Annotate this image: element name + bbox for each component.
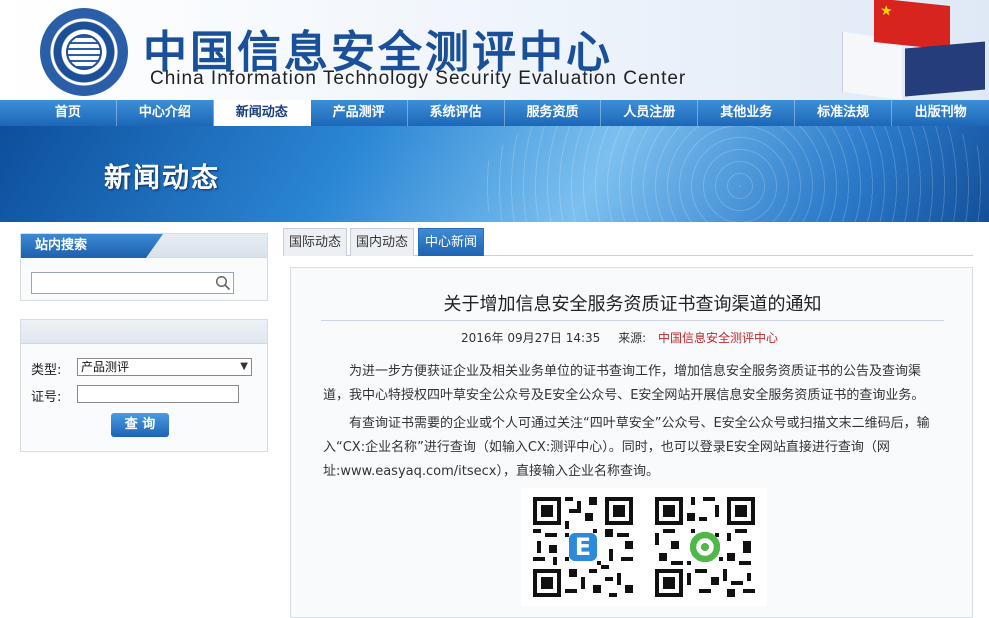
paragraph-1-line-2: 道，我中心特授权四叶草安全公众号及E安全公众号、E安全网站开展信息安全服务资质证…: [323, 388, 925, 403]
article-meta: 2016年 09月27日 14:35 来源: 中国信息安全测评中心: [461, 329, 778, 346]
article-date: 2016年 09月27日 14:35: [461, 331, 601, 345]
search-panel-header: 站内搜索: [21, 234, 267, 258]
query-button[interactable]: 查 询: [111, 413, 169, 437]
search-panel-title: 站内搜索: [21, 234, 163, 258]
nav-service-qual[interactable]: 服务资质: [505, 100, 602, 126]
cert-number-label: 证号:: [31, 390, 62, 405]
query-panel-header: [21, 320, 267, 344]
nav-personnel-reg[interactable]: 人员注册: [601, 100, 699, 126]
tab-international-news[interactable]: 国际动态: [283, 228, 347, 256]
nav-system-assess[interactable]: 系统评估: [408, 100, 505, 126]
article-title: 关于增加信息安全服务资质证书查询渠道的通知: [443, 294, 822, 315]
tab-domestic-news[interactable]: 国内动态: [350, 228, 414, 256]
paragraph-2-line-1: 有查询证书需要的企业或个人可通过关注“四叶草安全”公众号、E安全公众号或扫描文末…: [349, 416, 930, 431]
main-nav: 首页 中心介绍 新闻动态 产品测评 系统评估 服务资质 人员注册 其他业务 标准…: [0, 100, 989, 126]
flag-china-icon: ★: [874, 0, 950, 50]
title-divider: [321, 320, 944, 321]
nav-home[interactable]: 首页: [20, 100, 117, 126]
tab-center-news[interactable]: 中心新闻: [418, 228, 484, 256]
type-label: 类型:: [31, 363, 62, 378]
page: { "header": { "title_cn": "中国信息安全测评中心", …: [0, 0, 989, 618]
center-emblem-icon[interactable]: [40, 8, 128, 96]
clover-security-qr-code: [651, 493, 759, 601]
site-search-panel: 站内搜索: [20, 233, 268, 301]
nav-standards[interactable]: 标准法规: [795, 100, 893, 126]
type-select-value: 产品测评: [81, 360, 130, 374]
paragraph-2-line-3: 址:www.easyaq.com/itsecx），直接输入企业名称查询。: [323, 464, 659, 479]
nav-about[interactable]: 中心介绍: [117, 100, 214, 126]
e-security-qr-code: E: [529, 493, 637, 601]
banner-title: 新闻动态: [104, 163, 220, 194]
flag-center-icon: [905, 41, 985, 97]
search-icon[interactable]: [215, 275, 231, 291]
section-banner: 新闻动态: [0, 126, 989, 222]
news-tabs: 国际动态 国内动态 中心新闻: [283, 228, 973, 256]
source-label: 来源:: [618, 331, 647, 345]
nav-other[interactable]: 其他业务: [698, 100, 796, 126]
svg-text:E: E: [575, 533, 591, 561]
search-input[interactable]: [31, 272, 234, 294]
nav-news[interactable]: 新闻动态: [213, 100, 311, 126]
certificate-query-panel: 类型: 产品测评 ▼ 证号: 查 询: [20, 319, 268, 452]
qr-codes: E: [521, 488, 767, 606]
article: 关于增加信息安全服务资质证书查询渠道的通知 2016年 09月27日 14:35…: [290, 267, 973, 618]
paragraph-1-line-1: 为进一步方便获证企业及相关业务单位的证书查询工作，增加信息安全服务资质证书的公告…: [349, 364, 922, 379]
nav-product-eval[interactable]: 产品测评: [311, 100, 408, 126]
cert-number-input[interactable]: [77, 385, 239, 403]
site-title-english: China Information Technology Security Ev…: [150, 68, 687, 89]
chevron-down-icon: ▼: [240, 361, 248, 372]
type-select[interactable]: 产品测评 ▼: [77, 358, 252, 376]
article-source[interactable]: 中国信息安全测评中心: [658, 331, 778, 345]
nav-publications[interactable]: 出版刊物: [892, 100, 989, 126]
paragraph-2-line-2: 入“CX:企业名称”进行查询（如输入CX:测评中心）。同时，也可以登录E安全网站…: [323, 440, 890, 455]
site-header: 中国信息安全测评中心 China Information Technology …: [0, 0, 989, 100]
